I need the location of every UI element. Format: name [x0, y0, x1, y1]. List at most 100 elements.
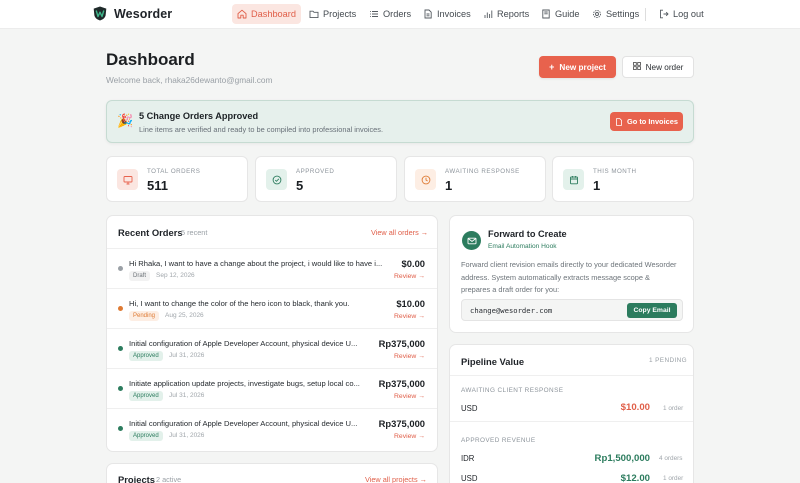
banner-subtitle: Line items are verified and ready to be …	[139, 125, 384, 134]
file-icon	[616, 117, 622, 126]
order-row[interactable]: Initial configuration of Apple Developer…	[107, 328, 437, 368]
pipeline-value-card: Pipeline Value 1 PENDING AWAITING CLIENT…	[449, 344, 694, 483]
copy-email-button[interactable]: Copy Email	[627, 303, 677, 318]
forward-email: change@wesorder.com	[470, 306, 553, 315]
review-link[interactable]: Review →	[394, 433, 425, 440]
folder-icon	[309, 10, 319, 19]
nav-orders-label: Orders	[383, 9, 412, 19]
pipeline-title: Pipeline Value	[461, 356, 525, 367]
order-description: Hi, I want to change the color of the he…	[129, 299, 350, 308]
bar-chart-icon	[484, 10, 493, 18]
status-dot	[118, 346, 123, 351]
recent-orders-title: Recent Orders	[118, 227, 183, 238]
status-dot	[118, 386, 123, 391]
pipeline-value: $12.00	[620, 473, 650, 483]
forward-subtitle: Email Automation Hook	[488, 243, 557, 250]
review-link[interactable]: Review →	[394, 353, 425, 360]
pipeline-order-count: 1 order	[663, 405, 684, 412]
brand-name: Wesorder	[114, 6, 173, 21]
order-description: Initial configuration of Apple Developer…	[129, 339, 358, 348]
logout-icon	[660, 9, 669, 19]
order-row[interactable]: Initial configuration of Apple Developer…	[107, 408, 437, 448]
check-circle-icon	[266, 169, 287, 190]
grid-icon	[632, 62, 641, 72]
nav-invoices-label: Invoices	[437, 9, 471, 19]
status-dot	[118, 266, 123, 271]
order-row[interactable]: Initiate application update projects, in…	[107, 368, 437, 408]
new-order-button[interactable]: New order	[622, 56, 694, 78]
clock-icon	[415, 169, 436, 190]
new-order-label: New order	[645, 62, 684, 72]
divider	[450, 375, 693, 376]
order-amount: Rp375,000	[378, 338, 425, 349]
status-badge: Draft	[129, 271, 151, 281]
nav-divider	[645, 8, 646, 21]
order-date: Aug 25, 2026	[165, 312, 204, 319]
nav-reports[interactable]: Reports	[478, 4, 534, 24]
gear-icon	[593, 10, 601, 18]
order-date: Jul 31, 2026	[169, 432, 205, 439]
recent-orders-count: 5 recent	[181, 228, 208, 237]
new-project-button[interactable]: + New project	[539, 56, 616, 78]
order-description: Initial configuration of Apple Developer…	[129, 419, 358, 428]
brand[interactable]: Wesorder	[93, 6, 172, 21]
pipeline-currency: USD	[461, 404, 478, 413]
nav-reports-label: Reports	[497, 9, 530, 19]
nav-projects-label: Projects	[323, 9, 357, 19]
stat-approved: APPROVED 5	[255, 156, 397, 202]
pipeline-currency: IDR	[461, 454, 475, 463]
stat-label: APPROVED	[296, 168, 335, 175]
review-link[interactable]: Review →	[394, 393, 425, 400]
nav-dashboard-label: Dashboard	[251, 9, 296, 19]
order-row[interactable]: Hi Rhaka, I want to have a change about …	[107, 248, 437, 288]
monitor-icon	[117, 169, 138, 190]
new-project-label: New project	[559, 62, 606, 72]
stat-value: 1	[445, 178, 453, 193]
view-all-projects-link[interactable]: View all projects →	[365, 475, 427, 483]
forward-to-create-card: Forward to Create Email Automation Hook …	[449, 215, 694, 333]
approved-section-label: APPROVED REVENUE	[461, 437, 536, 444]
mail-icon	[462, 231, 481, 250]
welcome-text: Welcome back, rhaka26dewanto@gmail.com	[106, 75, 273, 85]
nav-projects[interactable]: Projects	[304, 4, 361, 24]
projects-count: 2 active	[156, 475, 182, 483]
view-all-orders-link[interactable]: View all orders →	[371, 228, 428, 237]
list-icon	[370, 11, 378, 17]
file-icon	[424, 9, 432, 19]
go-to-invoices-button[interactable]: Go to Invoices	[610, 112, 683, 131]
stat-value: 5	[296, 178, 304, 193]
status-dot	[118, 306, 123, 311]
forward-title: Forward to Create	[488, 229, 567, 239]
nav-logout[interactable]: Log out	[654, 4, 709, 24]
plus-icon: +	[549, 61, 555, 72]
review-link[interactable]: Review →	[394, 313, 425, 320]
awaiting-section-label: AWAITING CLIENT RESPONSE	[461, 387, 564, 394]
nav-guide-label: Guide	[555, 9, 580, 19]
pipeline-pending-count: 1 PENDING	[649, 357, 688, 364]
nav-orders[interactable]: Orders	[364, 4, 416, 24]
order-description: Hi Rhaka, I want to have a change about …	[129, 259, 383, 268]
calendar-icon	[563, 169, 584, 190]
pipeline-value: Rp1,500,000	[594, 453, 650, 464]
divider	[450, 421, 693, 422]
nav-dashboard[interactable]: Dashboard	[232, 4, 301, 24]
stat-awaiting-response: AWAITING RESPONSE 1	[404, 156, 546, 202]
page-title: Dashboard	[106, 50, 195, 69]
review-link[interactable]: Review →	[394, 273, 425, 280]
order-amount: Rp375,000	[378, 418, 425, 429]
nav-settings[interactable]: Settings	[587, 4, 644, 24]
nav-guide[interactable]: Guide	[536, 4, 585, 24]
nav-invoices[interactable]: Invoices	[418, 4, 476, 24]
projects-title: Projects	[118, 474, 155, 483]
order-date: Jul 31, 2026	[169, 392, 205, 399]
email-address-box: change@wesorder.com Copy Email	[461, 299, 683, 321]
status-badge: Pending	[129, 311, 160, 321]
home-icon	[237, 9, 247, 19]
recent-orders-card: Recent Orders 5 recent View all orders →…	[106, 215, 438, 452]
stat-value: 1	[593, 178, 601, 193]
order-amount: $10.00	[396, 298, 425, 309]
order-row[interactable]: Hi, I want to change the color of the he…	[107, 288, 437, 328]
nav-settings-label: Settings	[606, 9, 640, 19]
stat-label: AWAITING RESPONSE	[445, 168, 520, 175]
shield-logo-icon	[93, 6, 107, 21]
